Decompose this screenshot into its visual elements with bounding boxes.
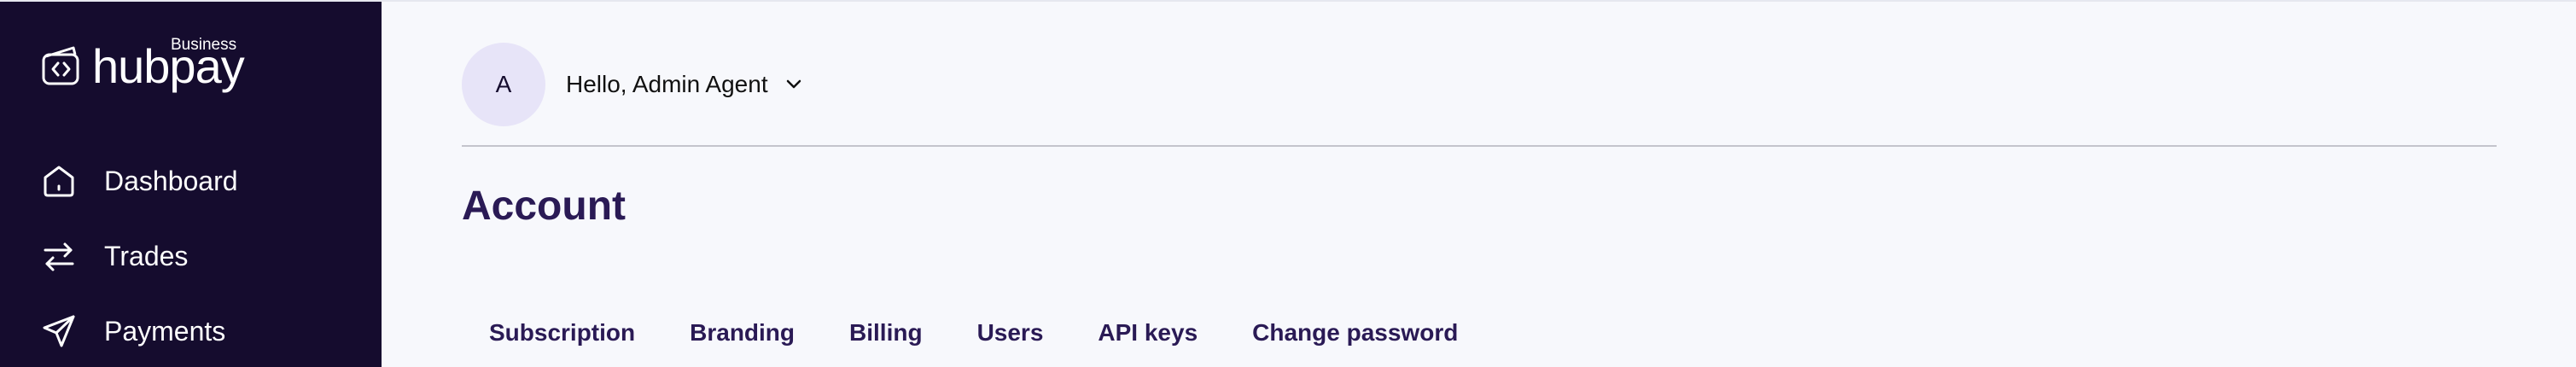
user-greeting[interactable]: Hello, Admin Agent bbox=[566, 71, 768, 98]
swap-arrows-icon bbox=[44, 242, 74, 271]
tab-branding[interactable]: Branding bbox=[662, 312, 822, 353]
home-icon bbox=[44, 166, 74, 197]
sidebar-item-trades[interactable]: Trades bbox=[41, 235, 348, 277]
tab-change-password[interactable]: Change password bbox=[1225, 312, 1485, 353]
avatar[interactable]: A bbox=[462, 43, 545, 126]
header-divider bbox=[462, 145, 2497, 147]
user-menu[interactable]: A Hello, Admin Agent bbox=[462, 43, 804, 126]
page-title: Account bbox=[462, 184, 626, 229]
chevron-down-icon[interactable] bbox=[784, 74, 804, 95]
account-tabs: Subscription Branding Billing Users API … bbox=[462, 312, 1485, 353]
hubpay-logo-icon bbox=[42, 46, 79, 85]
hubpay-logo[interactable]: hubpay Business bbox=[41, 36, 263, 108]
sidebar-item-payments[interactable]: Payments bbox=[41, 310, 348, 352]
tab-users[interactable]: Users bbox=[950, 312, 1071, 353]
sidebar-item-label: Trades bbox=[104, 240, 189, 271]
tab-billing[interactable]: Billing bbox=[822, 312, 950, 353]
sidebar-item-label: Dashboard bbox=[104, 165, 238, 196]
tab-subscription[interactable]: Subscription bbox=[462, 312, 662, 353]
sidebar-item-label: Payments bbox=[104, 315, 226, 347]
sidebar: hubpay Business Dashboard Trades Payment… bbox=[0, 2, 382, 367]
send-icon bbox=[43, 315, 75, 347]
sidebar-item-dashboard[interactable]: Dashboard bbox=[41, 160, 348, 202]
brand-subtitle: Business bbox=[171, 36, 237, 54]
tab-api-keys[interactable]: API keys bbox=[1070, 312, 1225, 353]
